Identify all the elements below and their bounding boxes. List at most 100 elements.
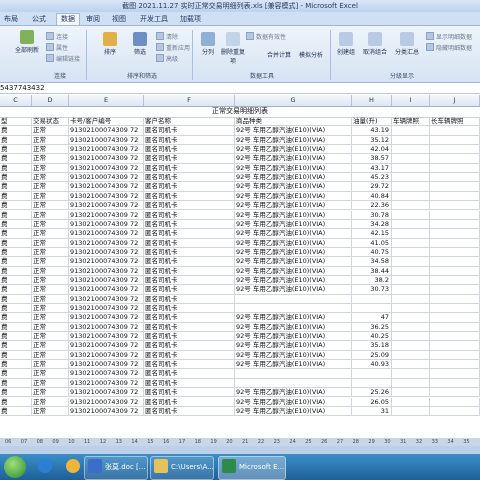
sheet-tab[interactable]: 12: [99, 439, 107, 446]
table-cell[interactable]: 费: [0, 238, 32, 248]
table-cell[interactable]: [392, 285, 430, 295]
table-cell[interactable]: 92号 车用乙醇汽油(E10)(VIA): [235, 191, 352, 201]
table-cell[interactable]: 30.73: [352, 285, 392, 295]
table-cell[interactable]: [235, 369, 352, 379]
tab-data[interactable]: 数据: [56, 13, 80, 25]
tab-formulas[interactable]: 公式: [28, 14, 50, 25]
table-cell[interactable]: 正常: [32, 126, 69, 136]
table-cell[interactable]: 费: [0, 247, 32, 257]
column-header[interactable]: C: [0, 95, 32, 106]
table-cell[interactable]: [392, 406, 430, 416]
consolidate-button[interactable]: 合并计算: [264, 50, 294, 59]
sheet-tab[interactable]: 22: [257, 439, 265, 446]
table-cell[interactable]: 正常: [32, 285, 69, 295]
table-cell[interactable]: [352, 369, 392, 379]
table-cell[interactable]: [392, 294, 430, 304]
table-cell[interactable]: 正常: [32, 229, 69, 239]
table-cell[interactable]: 匿名司机卡: [144, 275, 235, 285]
table-cell[interactable]: 费: [0, 257, 32, 267]
table-cell[interactable]: 正常: [32, 191, 69, 201]
table-cell[interactable]: 匿名司机卡: [144, 135, 235, 145]
sheet-tab[interactable]: 27: [336, 439, 344, 446]
table-cell[interactable]: 92号 车用乙醇汽油(E10)(VIA): [235, 285, 352, 295]
table-cell[interactable]: 正常: [32, 266, 69, 276]
table-cell[interactable]: 正常: [32, 322, 69, 332]
table-cell[interactable]: 费: [0, 341, 32, 351]
table-cell[interactable]: 91302100074309 72: [69, 173, 144, 183]
table-cell[interactable]: [430, 154, 480, 164]
table-cell[interactable]: 34.28: [352, 219, 392, 229]
table-cell[interactable]: 正常: [32, 294, 69, 304]
table-cell[interactable]: [430, 257, 480, 267]
table-cell[interactable]: 费: [0, 406, 32, 416]
table-cell[interactable]: [430, 313, 480, 323]
table-cell[interactable]: 费: [0, 285, 32, 295]
table-cell[interactable]: [392, 266, 430, 276]
table-cell[interactable]: [392, 350, 430, 360]
sheet-tab[interactable]: 35: [462, 439, 470, 446]
column-header[interactable]: H: [352, 95, 392, 106]
table-cell[interactable]: 正常: [32, 173, 69, 183]
table-cell[interactable]: 费: [0, 229, 32, 239]
sheet-tab[interactable]: 06: [4, 439, 12, 446]
sheet-tab[interactable]: 28: [352, 439, 360, 446]
table-cell[interactable]: 92号 车用乙醇汽油(E10)(VIA): [235, 332, 352, 342]
table-cell[interactable]: 匿名司机卡: [144, 201, 235, 211]
table-cell[interactable]: [430, 322, 480, 332]
table-header-cell[interactable]: 油量(升): [352, 117, 392, 126]
table-cell[interactable]: 25.26: [352, 388, 392, 398]
table-cell[interactable]: 匿名司机卡: [144, 294, 235, 304]
table-cell[interactable]: 91302100074309 72: [69, 135, 144, 145]
table-cell[interactable]: [430, 191, 480, 201]
table-cell[interactable]: 匿名司机卡: [144, 210, 235, 220]
table-cell[interactable]: 92号 车用乙醇汽油(E10)(VIA): [235, 388, 352, 398]
table-cell[interactable]: [392, 397, 430, 407]
table-cell[interactable]: 45.23: [352, 173, 392, 183]
sheet-tab[interactable]: 14: [130, 439, 138, 446]
table-cell[interactable]: [430, 369, 480, 379]
table-cell[interactable]: 34.58: [352, 257, 392, 267]
table-cell[interactable]: 91302100074309 72: [69, 191, 144, 201]
ungroup-button[interactable]: 取消组合: [360, 32, 390, 56]
table-cell[interactable]: 费: [0, 294, 32, 304]
table-cell[interactable]: [392, 145, 430, 155]
sheet-tab[interactable]: 31: [399, 439, 407, 446]
table-cell[interactable]: [430, 238, 480, 248]
table-cell[interactable]: [392, 341, 430, 351]
table-cell[interactable]: 正常: [32, 313, 69, 323]
table-cell[interactable]: 费: [0, 397, 32, 407]
table-cell[interactable]: 费: [0, 360, 32, 370]
table-cell[interactable]: 费: [0, 201, 32, 211]
sheet-tab[interactable]: 33: [431, 439, 439, 446]
table-cell[interactable]: 92号 车用乙醇汽油(E10)(VIA): [235, 238, 352, 248]
table-cell[interactable]: [235, 304, 352, 313]
remove-duplicates-button[interactable]: 删除重复项: [220, 32, 246, 65]
table-cell[interactable]: [392, 191, 430, 201]
table-cell[interactable]: [392, 219, 430, 229]
table-cell[interactable]: 正常: [32, 275, 69, 285]
table-cell[interactable]: 40.25: [352, 332, 392, 342]
table-cell[interactable]: 匿名司机卡: [144, 397, 235, 407]
table-cell[interactable]: 91302100074309 72: [69, 304, 144, 313]
table-cell[interactable]: 费: [0, 378, 32, 388]
properties-button[interactable]: 属性: [46, 43, 68, 52]
column-header[interactable]: G: [235, 95, 352, 106]
table-cell[interactable]: 25.09: [352, 350, 392, 360]
tab-view[interactable]: 视图: [108, 14, 130, 25]
column-header[interactable]: E: [69, 95, 144, 106]
table-cell[interactable]: 正常: [32, 238, 69, 248]
table-cell[interactable]: 费: [0, 266, 32, 276]
table-cell[interactable]: [235, 378, 352, 388]
table-cell[interactable]: 费: [0, 126, 32, 136]
table-cell[interactable]: 匿名司机卡: [144, 341, 235, 351]
table-cell[interactable]: 92号 车用乙醇汽油(E10)(VIA): [235, 257, 352, 267]
table-cell[interactable]: 匿名司机卡: [144, 313, 235, 323]
table-cell[interactable]: 29.72: [352, 182, 392, 192]
table-cell[interactable]: 费: [0, 322, 32, 332]
table-cell[interactable]: 91302100074309 72: [69, 406, 144, 416]
table-cell[interactable]: 92号 车用乙醇汽油(E10)(VIA): [235, 275, 352, 285]
table-cell[interactable]: [430, 219, 480, 229]
table-cell[interactable]: 匿名司机卡: [144, 229, 235, 239]
table-cell[interactable]: [430, 247, 480, 257]
table-cell[interactable]: 费: [0, 313, 32, 323]
